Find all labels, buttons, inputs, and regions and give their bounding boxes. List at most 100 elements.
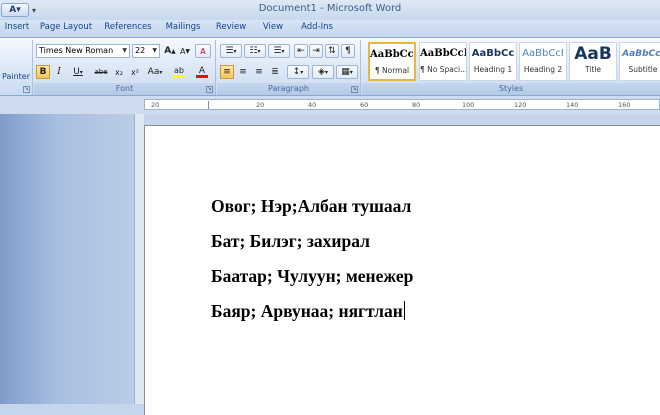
- subscript-icon: x₂: [115, 67, 123, 77]
- font-color-button[interactable]: A: [192, 65, 212, 79]
- superscript-button[interactable]: x²: [128, 65, 142, 79]
- justify-icon: ≣: [271, 67, 279, 77]
- justify-button[interactable]: ≣: [268, 65, 282, 79]
- numbering-button[interactable]: ☷ ▾: [244, 44, 266, 58]
- multilevel-list-icon: ☰: [273, 46, 282, 56]
- align-left-button[interactable]: ≡: [220, 65, 234, 79]
- decrease-indent-button[interactable]: ⇤: [294, 44, 308, 58]
- font-group-label: Font: [34, 83, 215, 95]
- align-center-button[interactable]: ≡: [236, 65, 250, 79]
- style-heading-1[interactable]: AaBbCc Heading 1: [469, 42, 517, 81]
- decrease-indent-icon: ⇤: [297, 46, 305, 56]
- font-name-value: Times New Roman: [39, 46, 114, 55]
- paragraph-launcher-icon[interactable]: ↘: [351, 86, 358, 93]
- chevron-down-icon: ▼: [122, 47, 127, 54]
- ruler-tick-label: 20: [256, 101, 265, 109]
- font-color-icon: A: [198, 65, 206, 76]
- style-subtitle[interactable]: AaBbCcI Subtitle: [619, 42, 660, 81]
- italic-icon: I: [57, 67, 61, 77]
- style-name: Subtitle: [628, 65, 658, 74]
- font-size-value: 22: [135, 46, 146, 55]
- ruler-tick-label: 140: [566, 101, 579, 109]
- increase-indent-button[interactable]: ⇥: [309, 44, 323, 58]
- shrink-font-button[interactable]: A ▼: [178, 44, 192, 58]
- ruler-tick-label: 100: [462, 101, 475, 109]
- grow-font-icon: A: [164, 46, 172, 56]
- grow-font-button[interactable]: A ▲: [163, 44, 177, 58]
- styles-group-label: Styles: [362, 83, 660, 95]
- tab-mailings[interactable]: Mailings: [158, 20, 208, 37]
- font-launcher-icon[interactable]: ↘: [206, 86, 213, 93]
- ribbon-tabs: Insert Page Layout References Mailings R…: [0, 20, 660, 37]
- borders-button[interactable]: ▦ ▾: [336, 65, 358, 79]
- align-right-button[interactable]: ≡: [252, 65, 266, 79]
- style-preview: AaBbCcI: [522, 48, 564, 59]
- highlight-color-swatch: [173, 74, 185, 78]
- tab-add-ins[interactable]: Add-Ins: [292, 20, 342, 37]
- tab-view[interactable]: View: [254, 20, 292, 37]
- style-name: ¶ No Spaci...: [420, 65, 467, 74]
- font-size-combo[interactable]: 22 ▼: [132, 44, 160, 58]
- style-preview: AaBbCcI: [622, 49, 660, 59]
- style-name: ¶ Normal: [374, 66, 410, 75]
- change-case-button[interactable]: Aa ▾: [144, 65, 166, 79]
- style-name: Title: [584, 65, 602, 74]
- text-cursor: [403, 301, 405, 320]
- style-preview: AaBbCcI: [370, 49, 416, 60]
- style-preview: AaBbCc: [471, 48, 515, 59]
- numbered-list-icon: ☷: [249, 46, 258, 56]
- bullets-button[interactable]: ☰ ▾: [220, 44, 242, 58]
- strikethrough-icon: abe: [94, 68, 108, 76]
- vertical-ruler: [134, 114, 144, 404]
- clear-formatting-button[interactable]: A: [195, 44, 211, 58]
- shading-button[interactable]: ◈ ▾: [312, 65, 334, 79]
- italic-button[interactable]: I: [52, 65, 66, 79]
- style-title[interactable]: AaB Title: [569, 42, 617, 81]
- bold-button[interactable]: B: [36, 65, 50, 79]
- paragraph-group-label: Paragraph: [217, 83, 360, 95]
- window-title: Document1 - Microsoft Word: [258, 3, 402, 14]
- bold-icon: B: [39, 67, 47, 77]
- sort-icon: ⇅: [328, 46, 336, 56]
- ribbon: Painter ↘ Times New Roman ▼ 22 ▼ A ▲ A ▼ A B…: [0, 37, 660, 96]
- paragraph-group: ☰ ▾ ☷ ▾ ☰ ▾ ⇤ ⇥ ⇅ ¶ ≡ ≡ ≡ ≣ ↕ ▾ ◈ ▾ ▦ ▾ Paragr…: [217, 40, 361, 95]
- document-body[interactable]: Овог; Нэр;Албан тушаал Бат; Билэг; захир…: [211, 196, 413, 336]
- clipboard-launcher-icon[interactable]: ↘: [23, 86, 30, 93]
- strikethrough-button[interactable]: abe: [91, 65, 111, 79]
- borders-icon: ▦: [341, 67, 350, 77]
- horizontal-ruler[interactable]: 20 20 40 60 80 100 120 140 160: [144, 99, 660, 110]
- underline-button[interactable]: U ▾: [68, 65, 88, 79]
- format-painter-label[interactable]: Painter: [2, 72, 30, 81]
- indent-marker-icon[interactable]: [208, 101, 209, 109]
- document-line: Овог; Нэр;Албан тушаал: [211, 196, 412, 216]
- ruler-tick-label: 160: [618, 101, 631, 109]
- sort-button[interactable]: ⇅: [325, 44, 339, 58]
- tab-insert[interactable]: Insert: [0, 20, 34, 37]
- bullet-list-icon: ☰: [225, 46, 234, 56]
- multilevel-list-button[interactable]: ☰ ▾: [268, 44, 290, 58]
- style-heading-2[interactable]: AaBbCcI Heading 2: [519, 42, 567, 81]
- pilcrow-icon: ¶: [345, 46, 351, 56]
- text-highlight-button[interactable]: ab: [168, 65, 190, 79]
- ruler-tick-label: 40: [308, 101, 317, 109]
- tab-references[interactable]: References: [98, 20, 158, 37]
- tab-review[interactable]: Review: [208, 20, 254, 37]
- ruler-tick-label: 20: [151, 101, 160, 109]
- align-center-icon: ≡: [239, 67, 247, 77]
- style-no-spacing[interactable]: AaBbCcI ¶ No Spaci...: [419, 42, 467, 81]
- tab-page-layout[interactable]: Page Layout: [34, 20, 98, 37]
- font-color-swatch: [196, 74, 208, 78]
- style-name: Heading 1: [473, 65, 513, 74]
- subscript-button[interactable]: x₂: [112, 65, 126, 79]
- style-preview: AaBbCcI: [420, 48, 467, 59]
- style-normal[interactable]: AaBbCcI ¶ Normal: [368, 42, 416, 81]
- line-spacing-button[interactable]: ↕ ▾: [287, 65, 309, 79]
- font-name-combo[interactable]: Times New Roman ▼: [36, 44, 130, 58]
- document-line-last: Баяр; Арвунаа; нягтлан: [211, 301, 413, 336]
- style-preview: AaB: [574, 44, 612, 64]
- document-page[interactable]: Овог; Нэр;Албан тушаал Бат; Билэг; захир…: [144, 125, 660, 415]
- ruler-tick-label: 120: [514, 101, 527, 109]
- align-right-icon: ≡: [255, 67, 263, 77]
- show-marks-button[interactable]: ¶: [341, 44, 355, 58]
- ruler-tick-label: 80: [412, 101, 421, 109]
